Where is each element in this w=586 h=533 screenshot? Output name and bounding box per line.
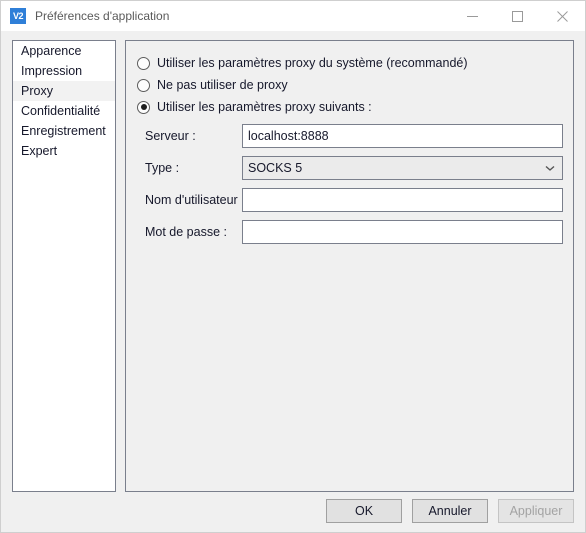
proxy-type-selected-value: SOCKS 5	[242, 156, 563, 180]
chevron-down-icon	[538, 157, 562, 179]
password-label: Mot de passe :	[145, 225, 227, 239]
maximize-icon	[512, 10, 523, 22]
type-row: Type : SOCKS 5	[145, 156, 563, 180]
radio-use-system-proxy[interactable]: Utiliser les paramètres proxy du système…	[137, 52, 468, 74]
radio-circle-icon	[137, 56, 150, 70]
sidebar-item-label: Impression	[21, 64, 83, 78]
radio-circle-selected-icon	[137, 100, 150, 114]
sidebar-item-label: Proxy	[21, 84, 53, 98]
window-controls	[450, 1, 585, 31]
sidebar-item-proxy[interactable]: Proxy	[13, 81, 115, 101]
radio-label: Utiliser les paramètres proxy suivants :	[157, 100, 372, 114]
sidebar-item-impression[interactable]: Impression	[13, 61, 115, 81]
apply-button: Appliquer	[498, 499, 574, 523]
title-bar: V2 Préférences d'application	[1, 1, 585, 31]
type-label: Type :	[145, 161, 180, 175]
sidebar-item-enregistrement[interactable]: Enregistrement	[13, 121, 115, 141]
preferences-dialog: V2 Préférences d'application Apparence I…	[0, 0, 586, 533]
settings-category-list[interactable]: Apparence Impression Proxy Confidentiali…	[12, 40, 116, 492]
proxy-type-select[interactable]: SOCKS 5	[242, 156, 563, 180]
maximize-button[interactable]	[495, 1, 540, 31]
close-icon	[557, 10, 568, 22]
cancel-button[interactable]: Annuler	[412, 499, 488, 523]
server-label: Serveur :	[145, 129, 196, 143]
radio-manual-proxy[interactable]: Utiliser les paramètres proxy suivants :	[137, 96, 468, 118]
proxy-mode-radio-group: Utiliser les paramètres proxy du système…	[137, 52, 468, 118]
dialog-button-row: OK Annuler Appliquer	[326, 499, 574, 523]
sidebar-item-apparence[interactable]: Apparence	[13, 41, 115, 61]
sidebar-item-label: Enregistrement	[21, 124, 106, 138]
sidebar-item-label: Expert	[21, 144, 58, 158]
window-title: Préférences d'application	[35, 9, 170, 23]
username-input[interactable]	[242, 188, 563, 212]
radio-label: Utiliser les paramètres proxy du système…	[157, 56, 468, 70]
radio-no-proxy[interactable]: Ne pas utiliser de proxy	[137, 74, 468, 96]
proxy-form: Serveur : Type : SOCKS 5 Nom d'utilisate…	[145, 124, 563, 252]
radio-label: Ne pas utiliser de proxy	[157, 78, 288, 92]
close-button[interactable]	[540, 1, 585, 31]
app-icon-v2: V2	[10, 8, 26, 24]
proxy-settings-panel: Utiliser les paramètres proxy du système…	[125, 40, 574, 492]
server-row: Serveur :	[145, 124, 563, 148]
ok-button[interactable]: OK	[326, 499, 402, 523]
sidebar-item-label: Confidentialité	[21, 104, 101, 118]
password-input[interactable]	[242, 220, 563, 244]
password-row: Mot de passe :	[145, 220, 563, 244]
radio-circle-icon	[137, 78, 150, 92]
username-row: Nom d'utilisateur :	[145, 188, 563, 212]
minimize-button[interactable]	[450, 1, 495, 31]
sidebar-item-label: Apparence	[21, 44, 82, 58]
sidebar-item-confidentialite[interactable]: Confidentialité	[13, 101, 115, 121]
server-input[interactable]	[242, 124, 563, 148]
sidebar-item-expert[interactable]: Expert	[13, 141, 115, 161]
minimize-icon	[467, 11, 478, 22]
username-label: Nom d'utilisateur :	[145, 193, 245, 207]
